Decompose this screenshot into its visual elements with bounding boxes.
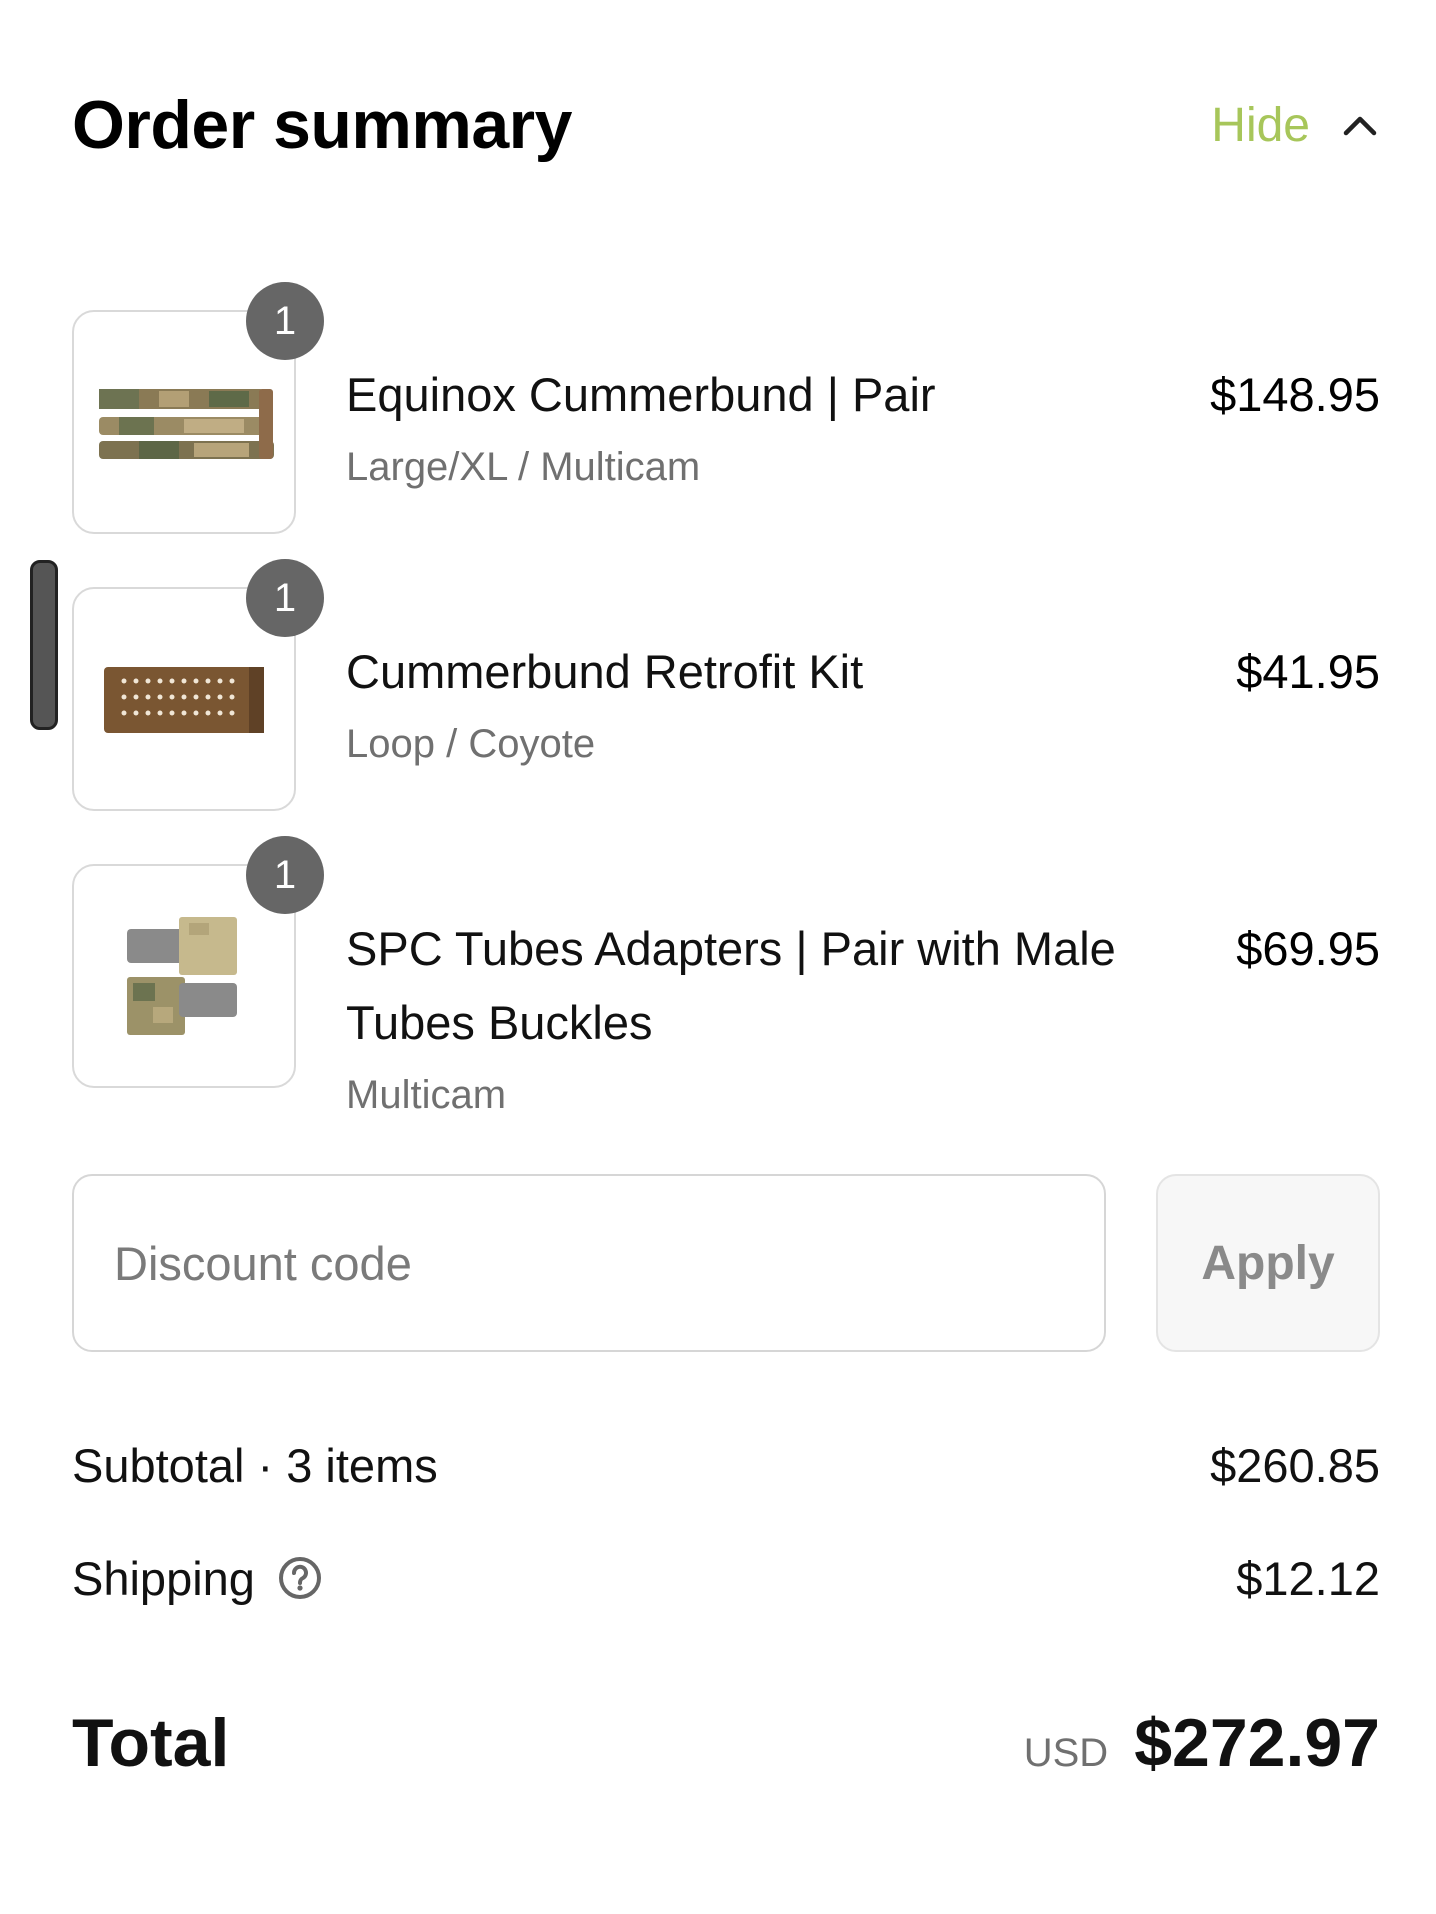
hide-summary-toggle[interactable]: Hide — [1211, 98, 1380, 153]
item-title: SPC Tubes Adapters | Pair with Male Tube… — [346, 922, 1116, 1049]
line-item: 1 Cummerbund Retrofit Kit Loop / Coyote … — [72, 559, 1380, 811]
order-summary-header: Order summary Hide — [72, 80, 1380, 170]
item-variant: Large/XL / Multicam — [346, 445, 701, 489]
item-price: $69.95 — [1236, 922, 1380, 975]
total-amount-group: USD $272.97 — [1024, 1704, 1380, 1782]
subtotal-value: $260.85 — [1210, 1438, 1380, 1492]
shipping-value: $12.12 — [1236, 1551, 1380, 1605]
quantity-badge: 1 — [246, 282, 324, 360]
item-info: SPC Tubes Adapters | Pair with Male Tube… — [346, 864, 1196, 1126]
quantity-badge: 1 — [246, 559, 324, 637]
line-item: 1 Equinox Cummerbund | Pair Large/XL / M… — [72, 282, 1380, 534]
item-variant: Loop / Coyote — [346, 722, 596, 766]
subtotal-row: Subtotal · 3 items $260.85 — [72, 1430, 1380, 1500]
shipping-label: Shipping — [72, 1551, 255, 1605]
item-price: $148.95 — [1210, 368, 1380, 421]
scrollbar-handle[interactable] — [30, 560, 58, 730]
item-title: Equinox Cummerbund | Pair — [346, 368, 936, 421]
product-thumbnail-wrap: 1 — [72, 559, 324, 811]
line-item: 1 SPC Tubes Adapters | Pair with Male Tu… — [72, 836, 1380, 1126]
apply-discount-button[interactable]: Apply — [1156, 1174, 1380, 1352]
item-info: Cummerbund Retrofit Kit Loop / Coyote — [346, 587, 1196, 811]
shipping-row: Shipping $12.12 — [72, 1543, 1380, 1613]
product-thumbnail-wrap: 1 — [72, 836, 324, 1088]
item-info: Equinox Cummerbund | Pair Large/XL / Mul… — [346, 310, 1170, 534]
item-variant: Multicam — [346, 1073, 507, 1117]
total-value: $272.97 — [1134, 1705, 1380, 1781]
currency-code: USD — [1023, 1731, 1109, 1775]
shipping-label-group: Shipping — [72, 1551, 323, 1606]
page-title: Order summary — [72, 87, 572, 163]
chevron-up-icon — [1340, 105, 1380, 145]
quantity-badge: 1 — [246, 836, 324, 914]
hide-summary-label: Hide — [1211, 98, 1310, 152]
subtotal-label: Subtotal · 3 items — [72, 1438, 438, 1492]
product-thumbnail-wrap: 1 — [72, 282, 324, 534]
item-price: $41.95 — [1236, 645, 1380, 698]
total-row: Total USD $272.97 — [72, 1698, 1380, 1788]
total-label: Total — [72, 1705, 230, 1781]
discount-row: Apply — [72, 1174, 1380, 1352]
item-title: Cummerbund Retrofit Kit — [346, 645, 864, 698]
question-circle-icon[interactable] — [277, 1555, 323, 1601]
discount-code-input[interactable] — [72, 1174, 1106, 1352]
